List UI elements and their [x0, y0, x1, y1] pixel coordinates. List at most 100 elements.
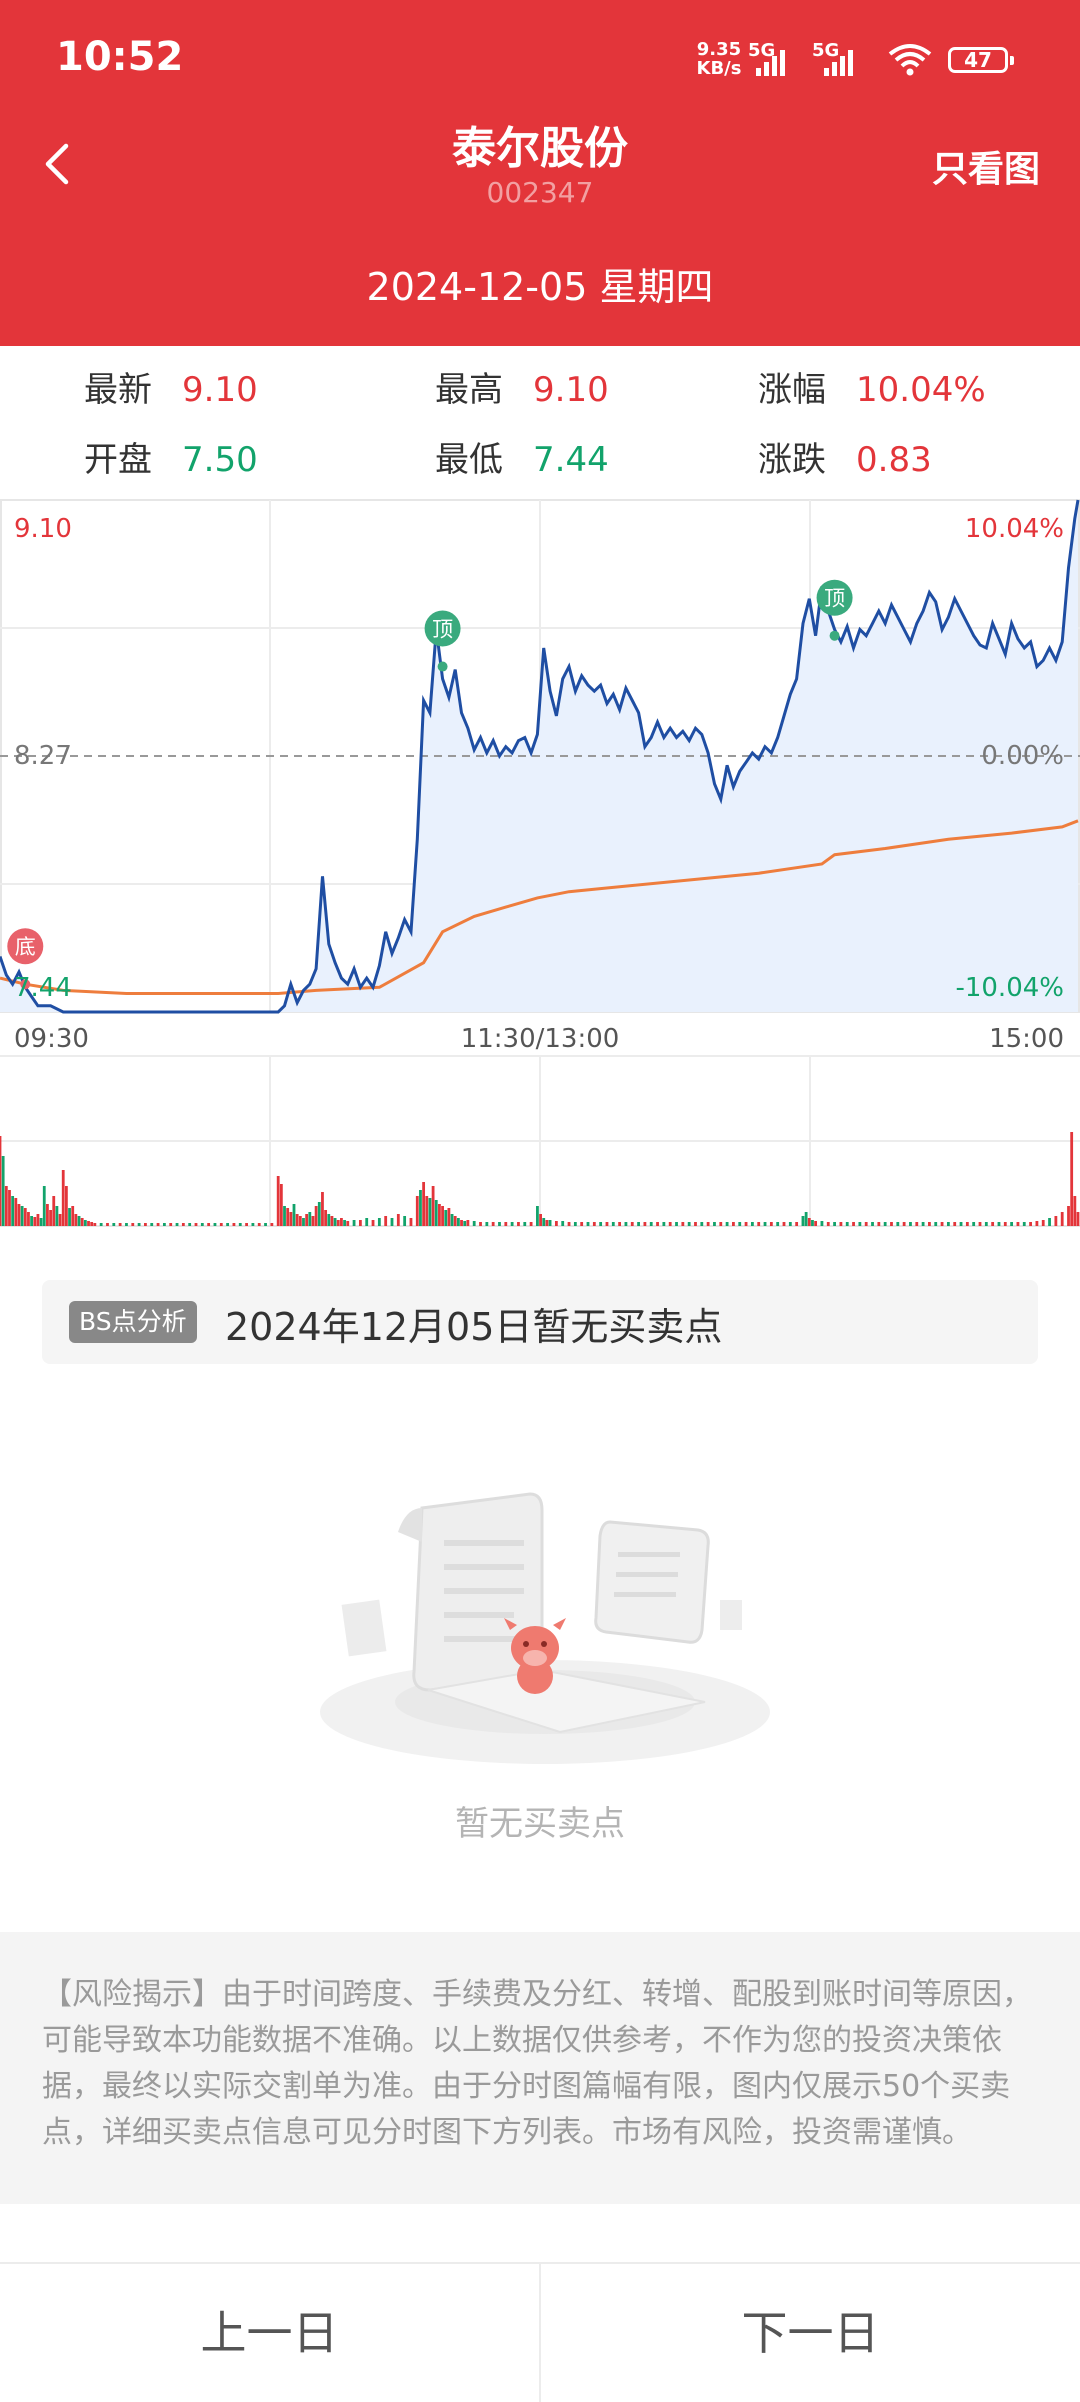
volume-bar: [311, 1216, 315, 1226]
volume-bar: [637, 1222, 640, 1226]
volume-bar: [713, 1222, 716, 1226]
volume-bar: [732, 1222, 735, 1226]
volume-bar: [928, 1222, 931, 1226]
volume-bar: [295, 1214, 299, 1226]
intraday-chart[interactable]: 底顶顶 9.10 8.27 7.44 10.04% 0.00% -10.04% …: [0, 496, 1080, 1250]
volume-bar: [1016, 1222, 1020, 1226]
volume-bar: [915, 1222, 919, 1226]
bs-analysis-bar: BS点分析 2024年12月05日暂无买卖点: [42, 1280, 1038, 1364]
volume-bar: [156, 1223, 160, 1226]
volume-bar: [1070, 1132, 1074, 1226]
volume-bar: [545, 1220, 549, 1226]
volume-bar: [137, 1223, 141, 1226]
volume-bar: [978, 1222, 982, 1226]
volume-bar: [428, 1198, 432, 1226]
volume-bar: [668, 1222, 672, 1226]
volume-bar: [776, 1222, 780, 1226]
volume-bar: [548, 1220, 552, 1226]
volume-bar: [219, 1223, 223, 1226]
volume-bar: [826, 1222, 830, 1226]
quote-high: 最高 9.10: [435, 362, 609, 411]
volume-bar: [27, 1212, 30, 1226]
volume-bar: [706, 1222, 710, 1226]
net-speed-unit: KB/s: [696, 58, 742, 79]
status-bar: 10:52 9.35 KB/s 5G 5G 47: [0, 0, 1080, 120]
volume-bar: [972, 1222, 976, 1226]
volume-bar: [245, 1223, 248, 1226]
pct-mid-label: 0.00%: [981, 741, 1064, 771]
volume-bar: [883, 1222, 887, 1226]
risk-text: 【风险揭示】由于时间跨度、手续费及分红、转增、配股到账时间等原因，可能导致本功能…: [42, 1977, 1032, 2150]
volume-bar: [450, 1214, 454, 1226]
volume-bar: [58, 1214, 62, 1226]
volume-bar: [419, 1190, 422, 1226]
quote-value: 9.10: [533, 370, 609, 410]
wifi-icon: [886, 42, 934, 80]
volume-bar: [181, 1223, 185, 1226]
prev-day-button[interactable]: 上一日: [0, 2264, 539, 2402]
volume-bar: [324, 1210, 328, 1226]
volume-bar: [725, 1222, 729, 1226]
volume-bar: [314, 1206, 318, 1226]
volume-bar: [681, 1222, 685, 1226]
volume-bar: [64, 1186, 68, 1226]
volume-bar: [460, 1220, 463, 1226]
volume-bar: [1010, 1222, 1014, 1226]
volume-bar: [871, 1222, 874, 1226]
volume-bar: [80, 1218, 84, 1226]
header: 10:52 9.35 KB/s 5G 5G 47 泰尔股份 002347 只看图…: [0, 0, 1080, 346]
volume-bar: [434, 1200, 438, 1226]
next-day-button[interactable]: 下一日: [541, 2264, 1080, 2402]
volume-bar: [343, 1220, 346, 1226]
volume-bar: [965, 1222, 969, 1226]
volume-bar: [946, 1222, 950, 1226]
quote-label: 最新: [84, 370, 152, 410]
volume-bar: [396, 1214, 400, 1226]
volume-bar: [839, 1222, 843, 1226]
quote-value: 7.44: [533, 440, 609, 480]
volume-bar: [68, 1208, 71, 1226]
volume-bar: [289, 1212, 293, 1226]
volume-bar: [270, 1223, 274, 1226]
volume-bar: [333, 1218, 337, 1226]
quote-label: 最低: [435, 440, 503, 480]
volume-bar: [365, 1218, 369, 1226]
volume-bar: [1067, 1206, 1070, 1226]
volume-bar: [1054, 1216, 1058, 1226]
volume-bar: [251, 1223, 255, 1226]
volume-bar: [763, 1222, 767, 1226]
volume-bar: [858, 1222, 862, 1226]
volume-bar: [438, 1204, 441, 1226]
stock-code: 002347: [486, 176, 594, 209]
volume-bar: [479, 1222, 482, 1226]
volume-bar: [238, 1223, 242, 1226]
pct-bottom-label: -10.04%: [955, 973, 1064, 1003]
volume-bar: [77, 1216, 81, 1226]
volume-bar: [279, 1184, 283, 1226]
volume-bar: [561, 1221, 565, 1226]
volume-bar: [498, 1222, 501, 1226]
volume-bar: [807, 1218, 811, 1226]
volume-bar: [984, 1222, 988, 1226]
volume-bar: [162, 1223, 166, 1226]
volume-bar: [346, 1221, 350, 1226]
signal-icon: 5G: [812, 40, 884, 84]
volume-bar: [264, 1223, 267, 1226]
volume-bar: [308, 1212, 312, 1226]
only-chart-button[interactable]: 只看图: [932, 140, 1040, 192]
volume-bar: [283, 1206, 286, 1226]
bs-tag: BS点分析: [69, 1301, 197, 1343]
volume-bar: [472, 1221, 476, 1226]
volume-bar: [782, 1222, 786, 1226]
volume-bar: [33, 1217, 37, 1226]
volume-bar: [1048, 1218, 1051, 1226]
marker-dot: [829, 630, 840, 641]
volume-bar: [864, 1222, 868, 1226]
volume-bar: [125, 1223, 128, 1226]
volume-bar: [523, 1222, 527, 1226]
volume-bar: [1076, 1212, 1080, 1226]
volume-bar: [997, 1222, 1001, 1226]
volume-bar: [833, 1222, 836, 1226]
quote-latest: 最新 9.10: [84, 362, 258, 411]
marker-label: 顶: [432, 618, 453, 642]
